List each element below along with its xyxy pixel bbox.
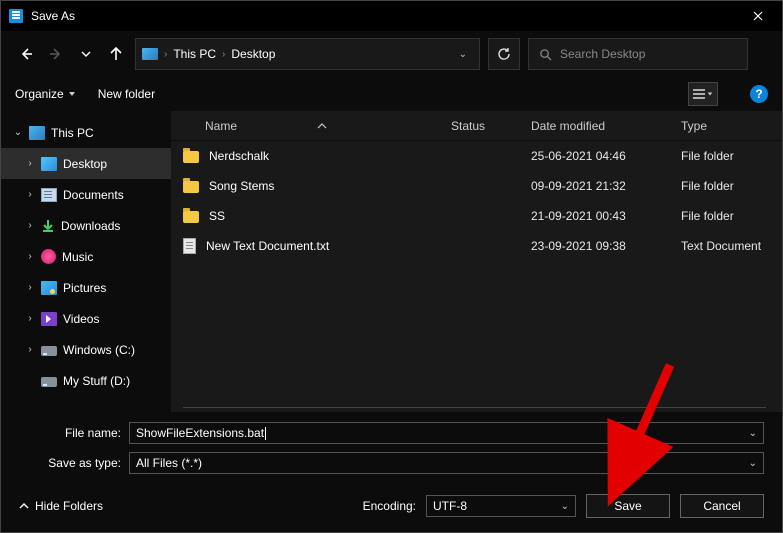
file-list: Name Status Date modified Type Nerdschal… [171, 111, 782, 412]
cancel-button[interactable]: Cancel [680, 494, 764, 518]
downloads-icon [41, 219, 55, 233]
filetype-select[interactable]: All Files (*.*) ⌄ [129, 452, 764, 474]
caret-down-icon [707, 91, 713, 97]
help-button[interactable]: ? [750, 85, 768, 103]
window-title: Save As [31, 9, 735, 23]
desktop-icon [41, 157, 57, 171]
file-row[interactable]: Nerdschalk 25-06-2021 04:46 File folder [171, 141, 782, 171]
folder-icon [183, 151, 199, 163]
app-icon [9, 9, 23, 23]
address-bar[interactable]: › This PC › Desktop ⌄ [135, 38, 480, 70]
organize-menu[interactable]: Organize [15, 87, 76, 101]
nav-bar: › This PC › Desktop ⌄ Search Desktop [1, 31, 782, 77]
column-headers: Name Status Date modified Type [171, 111, 782, 141]
sidebar: ⌄ This PC › Desktop › Documents › Downlo… [1, 111, 171, 412]
col-name[interactable]: Name [171, 119, 451, 133]
search-icon [539, 48, 552, 61]
documents-icon [41, 188, 57, 202]
encoding-label: Encoding: [363, 499, 416, 513]
title-bar: Save As [1, 1, 782, 31]
search-placeholder: Search Desktop [560, 47, 645, 61]
tree-desktop[interactable]: › Desktop [1, 148, 171, 179]
folder-icon [183, 181, 199, 193]
text-file-icon [183, 238, 196, 254]
chevron-up-icon [19, 501, 29, 511]
refresh-icon [497, 47, 511, 61]
tree-drive-c[interactable]: › Windows (C:) [1, 334, 171, 365]
file-row[interactable]: SS 21-09-2021 00:43 File folder [171, 201, 782, 231]
chevron-right-icon[interactable]: › [25, 220, 35, 231]
recent-button[interactable] [75, 43, 97, 65]
tree-pictures[interactable]: › Pictures [1, 272, 171, 303]
chevron-down-icon[interactable]: ⌄ [561, 501, 569, 512]
chevron-right-icon: › [164, 49, 167, 60]
chevron-down-icon [81, 49, 91, 59]
music-icon [41, 249, 56, 264]
forward-button[interactable] [45, 43, 67, 65]
breadcrumb-root[interactable]: This PC [173, 47, 216, 61]
col-date[interactable]: Date modified [531, 119, 681, 133]
up-button[interactable] [105, 43, 127, 65]
form-area: File name: ShowFileExtensions.bat ⌄ Save… [1, 412, 782, 486]
tree-videos[interactable]: › Videos [1, 303, 171, 334]
col-status[interactable]: Status [451, 119, 531, 133]
folder-icon [183, 211, 199, 223]
pictures-icon [41, 281, 57, 295]
chevron-down-icon[interactable]: ⌄ [749, 458, 757, 469]
refresh-button[interactable] [488, 38, 520, 70]
encoding-select[interactable]: UTF-8 ⌄ [426, 495, 576, 517]
videos-icon [41, 312, 57, 326]
chevron-right-icon: › [222, 49, 225, 60]
chevron-right-icon[interactable]: › [25, 158, 35, 169]
save-as-dialog: Save As › This PC › Desktop ⌄ [0, 0, 783, 533]
chevron-down-icon[interactable]: ⌄ [13, 127, 23, 138]
arrow-up-icon [109, 47, 123, 61]
file-row[interactable]: Song Stems 09-09-2021 21:32 File folder [171, 171, 782, 201]
chevron-right-icon[interactable]: › [25, 313, 35, 324]
chevron-right-icon[interactable]: › [25, 344, 35, 355]
view-options-button[interactable] [688, 82, 718, 106]
breadcrumb-current[interactable]: Desktop [231, 47, 275, 61]
caret-down-icon [68, 90, 76, 98]
close-icon [753, 11, 763, 21]
hide-folders-button[interactable]: Hide Folders [19, 499, 103, 513]
sort-asc-icon [317, 123, 327, 129]
divider [183, 407, 766, 408]
pc-icon [142, 48, 158, 60]
close-button[interactable] [735, 1, 780, 31]
tree-documents[interactable]: › Documents [1, 179, 171, 210]
col-type[interactable]: Type [681, 119, 782, 133]
new-folder-button[interactable]: New folder [98, 87, 155, 101]
tree-music[interactable]: › Music [1, 241, 171, 272]
footer: Hide Folders Encoding: UTF-8 ⌄ Save Canc… [1, 486, 782, 532]
chevron-right-icon[interactable]: › [25, 282, 35, 293]
tree-drive-d[interactable]: › My Stuff (D:) [1, 365, 171, 396]
drive-icon [41, 377, 57, 387]
search-box[interactable]: Search Desktop [528, 38, 748, 70]
chevron-right-icon[interactable]: › [25, 251, 35, 262]
list-icon [693, 89, 705, 99]
file-row[interactable]: New Text Document.txt 23-09-2021 09:38 T… [171, 231, 782, 261]
pc-icon [29, 126, 45, 140]
save-button[interactable]: Save [586, 494, 670, 518]
back-button[interactable] [15, 43, 37, 65]
tree-downloads[interactable]: › Downloads [1, 210, 171, 241]
toolbar: Organize New folder ? [1, 77, 782, 111]
drive-icon [41, 346, 57, 356]
arrow-left-icon [19, 47, 33, 61]
chevron-down-icon[interactable]: ⌄ [749, 428, 757, 439]
arrow-right-icon [49, 47, 63, 61]
chevron-right-icon[interactable]: › [25, 189, 35, 200]
tree-this-pc[interactable]: ⌄ This PC [1, 117, 171, 148]
filename-label: File name: [19, 426, 129, 440]
filetype-label: Save as type: [19, 456, 129, 470]
chevron-down-icon[interactable]: ⌄ [459, 49, 467, 60]
filename-input[interactable]: ShowFileExtensions.bat ⌄ [129, 422, 764, 444]
